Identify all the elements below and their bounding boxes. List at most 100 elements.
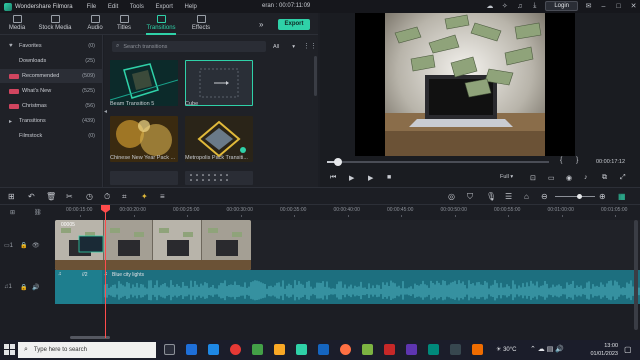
menu-file[interactable]: File bbox=[87, 4, 97, 10]
cut-icon[interactable]: ✂ bbox=[66, 192, 73, 201]
add-track-icon[interactable]: ⊞ bbox=[10, 209, 15, 216]
tab-titles[interactable]: Titles bbox=[107, 15, 141, 31]
collapse-panel-icon[interactable]: ◂ bbox=[104, 108, 107, 115]
ai-icon[interactable]: ✦ bbox=[141, 192, 148, 201]
folder-icon[interactable] bbox=[274, 344, 285, 355]
message-icon[interactable]: ✉ bbox=[584, 2, 593, 11]
audio-clip-segment[interactable] bbox=[55, 270, 102, 304]
speaker-icon[interactable]: 🔊 bbox=[32, 284, 39, 291]
grid-scrollbar[interactable] bbox=[314, 56, 317, 96]
mic-icon[interactable]: 🎙 bbox=[486, 192, 496, 201]
zoom-in-icon[interactable]: ⊕ bbox=[599, 192, 606, 201]
more-tabs-icon[interactable]: » bbox=[259, 20, 263, 29]
grid-view-icon[interactable]: ⋮⋮ bbox=[303, 42, 317, 50]
transition-thumbnail-cube[interactable] bbox=[185, 60, 253, 106]
preview-viewer[interactable] bbox=[355, 13, 575, 156]
tab-media[interactable]: Media bbox=[0, 15, 34, 31]
app-icon[interactable] bbox=[384, 344, 395, 355]
lightbulb-icon[interactable]: ✧ bbox=[500, 2, 509, 11]
app-icon[interactable] bbox=[472, 344, 483, 355]
category-transitions[interactable]: ▸ Transitions (439) bbox=[0, 114, 103, 128]
close-icon[interactable]: ✕ bbox=[629, 2, 638, 11]
eye-icon[interactable]: 👁 bbox=[32, 242, 40, 249]
play-back-icon[interactable]: ▶︎ bbox=[349, 174, 354, 182]
task-view-icon[interactable] bbox=[164, 344, 175, 355]
playhead-line[interactable] bbox=[105, 210, 106, 338]
windows-start-icon[interactable] bbox=[4, 344, 15, 355]
stop-icon[interactable]: ■ bbox=[387, 174, 391, 181]
marker-icon[interactable]: ⌂ bbox=[524, 192, 529, 201]
category-whats-new[interactable]: What's New (525) bbox=[0, 84, 103, 98]
app-icon[interactable] bbox=[428, 344, 439, 355]
app-icon[interactable] bbox=[252, 344, 263, 355]
category-christmas[interactable]: Christmas (56) bbox=[0, 99, 103, 113]
zoom-slider[interactable] bbox=[555, 196, 595, 197]
render-icon[interactable]: ⊡ bbox=[530, 174, 536, 182]
grid-layout-icon[interactable]: ▦ bbox=[618, 192, 626, 201]
weather-widget[interactable]: ☀ 30°C bbox=[496, 346, 516, 353]
menu-tools[interactable]: Tools bbox=[130, 4, 144, 10]
transition-thumbnail-beam[interactable] bbox=[110, 60, 178, 106]
cloud-icon[interactable]: ☁ bbox=[485, 2, 494, 11]
fullscreen-icon[interactable]: ⤢ bbox=[620, 174, 626, 182]
menu-edit[interactable]: Edit bbox=[108, 4, 118, 10]
word-icon[interactable] bbox=[318, 344, 329, 355]
taskbar-clock[interactable]: 13:00 01/01/2023 bbox=[582, 342, 618, 358]
category-filmstock[interactable]: Filmstock (0) bbox=[0, 129, 103, 143]
link-icon[interactable]: ⛓ bbox=[34, 209, 42, 216]
app-icon[interactable] bbox=[406, 344, 417, 355]
login-button[interactable]: Login bbox=[545, 1, 578, 11]
app-icon[interactable] bbox=[450, 344, 461, 355]
layout-icon[interactable]: ⊞ bbox=[8, 192, 15, 201]
step-back-icon[interactable]: ⏮ bbox=[330, 174, 336, 182]
zoom-out-icon[interactable]: ⊖ bbox=[541, 192, 548, 201]
snapshot-icon[interactable]: ◉ bbox=[566, 174, 572, 182]
chrome-icon[interactable] bbox=[230, 344, 241, 355]
filmora-icon[interactable] bbox=[296, 344, 307, 355]
video-clip[interactable]: 00005 bbox=[55, 220, 251, 270]
zoom-slider-knob[interactable] bbox=[577, 194, 582, 199]
maximize-icon[interactable]: □ bbox=[614, 2, 623, 11]
headset-icon[interactable]: ♫ bbox=[515, 2, 524, 11]
crop-icon[interactable]: ⌗ bbox=[122, 192, 127, 202]
adjust-icon[interactable]: ≡ bbox=[160, 192, 165, 201]
transition-thumbnail[interactable] bbox=[110, 171, 178, 185]
category-recommended[interactable]: Recommended (509) bbox=[0, 69, 103, 83]
category-downloads[interactable]: Downloads (25) bbox=[0, 54, 103, 68]
explorer-icon[interactable] bbox=[208, 344, 219, 355]
timeline-horizontal-scrollbar[interactable] bbox=[70, 336, 110, 339]
shield-icon[interactable]: ⛉ bbox=[467, 192, 473, 202]
transition-thumbnail[interactable] bbox=[185, 171, 253, 185]
undo-icon[interactable]: ↶ bbox=[28, 192, 35, 201]
monitor-icon[interactable]: ▭ bbox=[548, 174, 555, 182]
taskbar-search-input[interactable]: ⌕ Type here to search bbox=[18, 342, 156, 358]
tab-effects[interactable]: Effects bbox=[184, 15, 218, 31]
lock-icon[interactable]: 🔒 bbox=[20, 284, 27, 291]
tab-stock-media[interactable]: Stock Media bbox=[34, 15, 76, 31]
menu-help[interactable]: Help bbox=[185, 4, 197, 10]
speed-icon[interactable]: ◷ bbox=[86, 192, 93, 201]
system-tray-icons[interactable]: ⌃ ☁ ▤ 🔊 bbox=[530, 345, 564, 353]
mark-out-button[interactable]: } bbox=[576, 157, 578, 164]
render-preview-icon[interactable]: ◎ bbox=[448, 192, 455, 201]
mark-in-button[interactable]: { bbox=[560, 157, 562, 164]
category-favorites[interactable]: ♥ Favorites (0) bbox=[0, 39, 103, 53]
delete-icon[interactable]: 🗑 bbox=[46, 192, 56, 201]
timeline-empty-area[interactable] bbox=[0, 304, 640, 340]
lock-icon[interactable]: 🔒 bbox=[20, 242, 27, 249]
export-button[interactable]: Export bbox=[278, 19, 310, 30]
timer-icon[interactable]: ⏱ bbox=[104, 192, 110, 202]
minimize-icon[interactable]: – bbox=[599, 2, 608, 11]
app-icon[interactable] bbox=[362, 344, 373, 355]
tab-transitions[interactable]: Transitions bbox=[142, 15, 180, 35]
edge-icon[interactable] bbox=[186, 344, 197, 355]
search-input[interactable]: ⌕ Search transitions bbox=[112, 41, 266, 52]
play-icon[interactable]: ▶ bbox=[368, 174, 373, 182]
notification-icon[interactable]: ▢ bbox=[624, 345, 632, 354]
preview-progress-track[interactable] bbox=[327, 161, 549, 163]
firefox-icon[interactable] bbox=[340, 344, 351, 355]
download-icon[interactable]: ⤓ bbox=[530, 2, 539, 11]
pip-icon[interactable]: ⧉ bbox=[602, 174, 607, 182]
volume-icon[interactable]: ♪ bbox=[584, 174, 588, 181]
menu-export[interactable]: Export bbox=[156, 4, 173, 10]
